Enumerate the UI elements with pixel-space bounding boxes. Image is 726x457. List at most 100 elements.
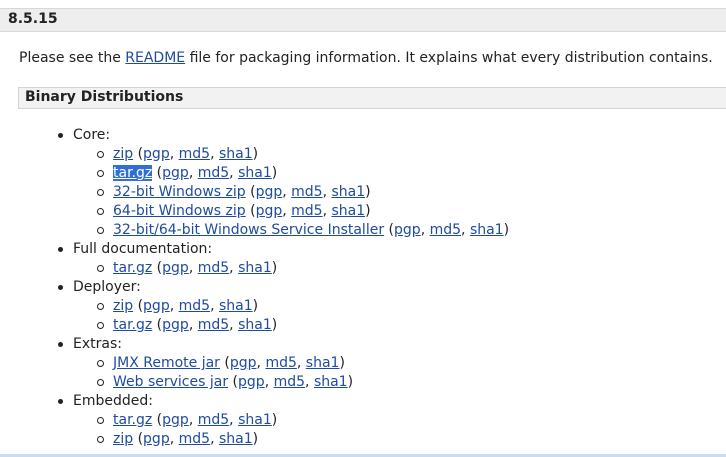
intro-text-after: file for packaging information. It expla… — [185, 50, 713, 66]
separator: , — [188, 317, 198, 333]
distribution-group: Deployer: zip (pgp, md5, sha1) tar.gz (pgp… — [57, 278, 509, 335]
paren-open: ( — [384, 222, 395, 238]
separator: , — [210, 298, 219, 314]
signature-link[interactable]: md5 — [198, 317, 229, 333]
signature-link[interactable]: md5 — [179, 298, 210, 314]
signature-link[interactable]: pgp — [230, 355, 257, 371]
signature-link[interactable]: sha1 — [332, 184, 366, 200]
signature-link[interactable]: pgp — [162, 260, 189, 276]
signature-link[interactable]: pgp — [394, 222, 421, 238]
download-link[interactable]: zip — [113, 298, 133, 314]
signature-link[interactable]: pgp — [162, 412, 189, 428]
version-title: 8.5.15 — [8, 11, 58, 27]
separator: , — [282, 184, 292, 200]
signature-link[interactable]: md5 — [430, 222, 461, 238]
download-link[interactable]: zip — [113, 146, 133, 162]
paren-close: ) — [503, 222, 510, 238]
distribution-group: Extras: JMX Remote jar (pgp, md5, sha1) We… — [57, 335, 509, 392]
download-item: zip (pgp, md5, sha1) — [96, 430, 509, 449]
group-items: zip (pgp, md5, sha1) tar.gz (pgp, md5, sh… — [73, 297, 509, 335]
signature-link[interactable]: md5 — [198, 165, 229, 181]
signature-link[interactable]: sha1 — [314, 374, 348, 390]
signature-link[interactable]: sha1 — [219, 431, 253, 447]
signature-link[interactable]: md5 — [265, 355, 296, 371]
download-item: Web services jar (pgp, md5, sha1) — [96, 373, 509, 392]
signature-link[interactable]: sha1 — [238, 165, 272, 181]
download-link[interactable]: 64-bit Windows zip — [113, 203, 246, 219]
signature-link[interactable]: sha1 — [238, 412, 272, 428]
signature-link[interactable]: sha1 — [470, 222, 504, 238]
distribution-list: Core: zip (pgp, md5, sha1) tar.gz (pgp, md… — [0, 126, 509, 449]
version-header: 8.5.15 — [0, 8, 726, 32]
distribution-group: Core: zip (pgp, md5, sha1) tar.gz (pgp, md… — [57, 126, 509, 240]
separator: , — [169, 146, 179, 162]
group-items: JMX Remote jar (pgp, md5, sha1) Web servi… — [73, 354, 509, 392]
signature-link[interactable]: sha1 — [332, 203, 366, 219]
separator: , — [188, 260, 198, 276]
download-link[interactable]: tar.gz — [113, 260, 152, 276]
signature-link[interactable]: pgp — [256, 184, 283, 200]
readme-link[interactable]: README — [125, 50, 185, 66]
separator: , — [420, 222, 430, 238]
download-item: zip (pgp, md5, sha1) — [96, 145, 509, 164]
download-link[interactable]: tar.gz — [113, 165, 153, 181]
signature-link[interactable]: md5 — [274, 374, 305, 390]
paren-close: ) — [365, 184, 371, 200]
download-item: 64-bit Windows zip (pgp, md5, sha1) — [96, 202, 509, 221]
intro-text-before: Please see the — [19, 50, 126, 66]
signature-link[interactable]: pgp — [143, 146, 170, 162]
download-link[interactable]: 32-bit/64-bit Windows Service Installer — [113, 222, 384, 238]
paren-close: ) — [271, 412, 278, 428]
signature-link[interactable]: pgp — [143, 298, 170, 314]
paren-close: ) — [271, 317, 278, 333]
paren-close: ) — [347, 374, 354, 390]
download-link[interactable]: Web services jar — [113, 374, 228, 390]
paren-open: ( — [219, 355, 230, 371]
signature-link[interactable]: sha1 — [219, 298, 253, 314]
signature-link[interactable]: md5 — [291, 203, 322, 219]
section-header: Binary Distributions — [18, 87, 726, 109]
group-label: Extras: — [73, 336, 122, 352]
separator: , — [188, 412, 198, 428]
separator: , — [296, 355, 306, 371]
signature-link[interactable]: sha1 — [219, 146, 253, 162]
download-link[interactable]: zip — [113, 431, 133, 447]
paren-open: ( — [152, 412, 163, 428]
signature-link[interactable]: md5 — [198, 412, 229, 428]
signature-link[interactable]: pgp — [162, 317, 189, 333]
download-link[interactable]: JMX Remote jar — [113, 355, 220, 371]
signature-link[interactable]: md5 — [179, 431, 210, 447]
signature-link[interactable]: pgp — [256, 203, 283, 219]
download-item: zip (pgp, md5, sha1) — [96, 297, 509, 316]
download-item: tar.gz (pgp, md5, sha1) — [96, 411, 509, 430]
download-link[interactable]: 32-bit Windows zip — [113, 184, 246, 200]
signature-link[interactable]: md5 — [291, 184, 322, 200]
separator: , — [229, 260, 239, 276]
signature-link[interactable]: pgp — [162, 165, 189, 181]
signature-link[interactable]: sha1 — [238, 317, 272, 333]
download-link[interactable]: tar.gz — [113, 317, 152, 333]
signature-link[interactable]: pgp — [238, 374, 265, 390]
separator: , — [229, 317, 239, 333]
paren-open: ( — [152, 260, 163, 276]
paren-close: ) — [252, 146, 259, 162]
signature-link[interactable]: md5 — [198, 260, 229, 276]
download-link[interactable]: tar.gz — [113, 412, 152, 428]
paren-close: ) — [365, 203, 371, 219]
separator: , — [322, 203, 332, 219]
group-label: Core: — [73, 127, 111, 143]
download-page: 8.5.15 Please see the README file for pa… — [0, 0, 726, 457]
group-items: zip (pgp, md5, sha1) tar.gz (pgp, md5, sh… — [73, 145, 509, 240]
separator: , — [282, 203, 292, 219]
group-label: Deployer: — [73, 279, 141, 295]
signature-link[interactable]: sha1 — [306, 355, 340, 371]
signature-link[interactable]: sha1 — [238, 260, 272, 276]
signature-link[interactable]: md5 — [179, 146, 210, 162]
separator: , — [169, 298, 179, 314]
separator: , — [229, 412, 239, 428]
paren-open: ( — [245, 184, 256, 200]
download-item: tar.gz (pgp, md5, sha1) — [96, 316, 509, 335]
signature-link[interactable]: pgp — [143, 431, 170, 447]
paren-open: ( — [152, 165, 163, 181]
separator: , — [210, 431, 219, 447]
